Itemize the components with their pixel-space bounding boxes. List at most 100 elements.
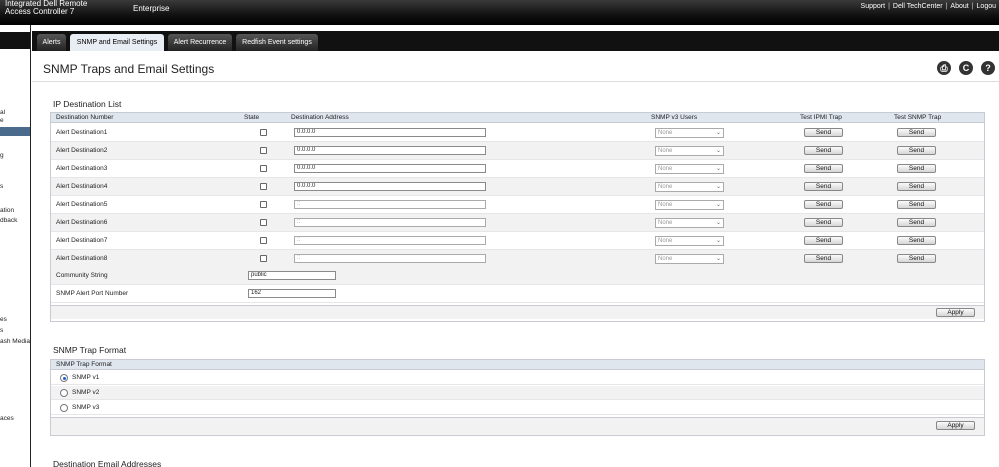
tab-redfish-event-settings[interactable]: Redfish Event settings — [236, 34, 318, 51]
table-row: Alert Destination2 0.0.0.0 None ⌄ Send Send — [51, 142, 984, 160]
sidebar-item[interactable]: dback — [0, 217, 17, 224]
snmp-v3-user-select[interactable]: None ⌄ — [655, 200, 724, 210]
community-string-input[interactable]: public — [248, 271, 336, 280]
column-header: State — [244, 114, 260, 121]
product-name-line2: Access Controller 7 — [5, 7, 75, 16]
table-header: SNMP Trap Format — [51, 360, 984, 370]
destination-address-input[interactable]: 0.0.0.0 — [294, 128, 486, 137]
state-checkbox[interactable] — [260, 147, 267, 154]
state-checkbox[interactable] — [260, 219, 267, 226]
destination-address-input[interactable]: :: — [294, 254, 486, 263]
sidebar-item[interactable]: e — [0, 117, 4, 124]
community-string-row: Community String public — [51, 267, 984, 285]
sidebar-item[interactable]: aces — [0, 415, 14, 422]
test-ipmi-trap-button[interactable]: Send — [804, 164, 843, 173]
edition-label: Enterprise — [133, 4, 170, 13]
test-ipmi-trap-button[interactable]: Send — [804, 128, 843, 137]
destination-name: Alert Destination4 — [56, 183, 108, 190]
test-snmp-trap-button[interactable]: Send — [897, 182, 936, 191]
top-header: Integrated Dell Remote Access Controller… — [0, 0, 999, 25]
snmp-v3-user-select[interactable]: None ⌄ — [655, 146, 724, 156]
column-header: Test IPMI Trap — [800, 114, 842, 121]
print-icon[interactable]: ⎙ — [937, 61, 951, 75]
test-snmp-trap-button[interactable]: Send — [897, 146, 936, 155]
snmp-v3-user-value: None — [658, 256, 673, 262]
test-snmp-trap-button[interactable]: Send — [897, 200, 936, 209]
table-row: Alert Destination6:: None ⌄ Send Send — [51, 214, 984, 232]
state-checkbox[interactable] — [260, 183, 267, 190]
logout-link[interactable]: Logou — [974, 3, 999, 10]
table-row: Alert Destination7:: None ⌄ Send Send — [51, 232, 984, 250]
trap-format-apply-button[interactable]: Apply — [936, 421, 975, 430]
trap-format-option-row: SNMP v1 — [51, 371, 984, 385]
apply-bar: Apply — [51, 417, 984, 435]
state-checkbox[interactable] — [260, 255, 267, 262]
destination-address-input[interactable]: :: — [294, 236, 486, 245]
tab-snmp-email-settings[interactable]: SNMP and Email Settings — [70, 34, 164, 51]
test-ipmi-trap-button[interactable]: Send — [804, 200, 843, 209]
sidebar-item[interactable]: es — [0, 316, 7, 323]
test-snmp-trap-button[interactable]: Send — [897, 164, 936, 173]
snmp-v3-radio[interactable] — [60, 404, 68, 412]
snmp-v3-user-value: None — [658, 184, 673, 190]
about-link[interactable]: About — [947, 3, 971, 10]
sidebar-item[interactable]: s — [0, 327, 3, 334]
sidebar-item[interactable]: ation — [0, 207, 14, 214]
state-checkbox[interactable] — [260, 201, 267, 208]
snmp-v3-user-select[interactable]: None ⌄ — [655, 164, 724, 174]
snmp-v3-user-value: None — [658, 148, 673, 154]
state-checkbox[interactable] — [260, 129, 267, 136]
snmp-v3-user-value: None — [658, 202, 673, 208]
help-icon[interactable]: ? — [981, 61, 995, 75]
test-snmp-trap-button[interactable]: Send — [897, 254, 936, 263]
sidebar-item[interactable]: g — [0, 152, 4, 159]
state-checkbox[interactable] — [260, 165, 267, 172]
destination-address-input[interactable]: 0.0.0.0 — [294, 182, 486, 191]
sidebar-item[interactable]: ash Media — [0, 338, 30, 345]
state-checkbox[interactable] — [260, 237, 267, 244]
snmp-v3-label: SNMP v3 — [72, 404, 100, 411]
destination-address-input[interactable]: :: — [294, 218, 486, 227]
destination-address-input[interactable]: 0.0.0.0 — [294, 164, 486, 173]
apply-button[interactable]: Apply — [936, 308, 975, 317]
test-snmp-trap-button[interactable]: Send — [897, 236, 936, 245]
column-header: Destination Number — [56, 114, 114, 121]
trap-format-option-row: SNMP v2 — [51, 386, 984, 400]
sidebar-item[interactable]: s — [0, 183, 3, 190]
tab-bar: Alerts SNMP and Email Settings Alert Rec… — [32, 31, 999, 51]
techcenter-link[interactable]: Dell TechCenter — [890, 3, 946, 10]
test-ipmi-trap-button[interactable]: Send — [804, 254, 843, 263]
test-ipmi-trap-button[interactable]: Send — [804, 236, 843, 245]
table-row: Alert Destination8:: None ⌄ Send Send — [51, 250, 984, 268]
snmp-v3-user-value: None — [658, 220, 673, 226]
snmp-trap-format-panel: SNMP Trap Format SNMP v1 SNMP v2 SNMP v3… — [50, 359, 985, 436]
snmp-v1-radio[interactable] — [60, 374, 68, 382]
tab-alerts[interactable]: Alerts — [37, 34, 66, 51]
snmp-v3-user-select[interactable]: None ⌄ — [655, 128, 724, 138]
trap-format-option-row: SNMP v3 — [51, 401, 984, 415]
test-snmp-trap-button[interactable]: Send — [897, 128, 936, 137]
sidebar-item[interactable]: al — [0, 109, 5, 116]
test-ipmi-trap-button[interactable]: Send — [804, 146, 843, 155]
snmp-v3-user-value: None — [658, 130, 673, 136]
destination-address-input[interactable]: 0.0.0.0 — [294, 146, 486, 155]
test-ipmi-trap-button[interactable]: Send — [804, 182, 843, 191]
test-ipmi-trap-button[interactable]: Send — [804, 218, 843, 227]
snmp-v3-user-select[interactable]: None ⌄ — [655, 218, 724, 228]
snmp-port-input[interactable]: 162 — [248, 289, 336, 298]
test-snmp-trap-button[interactable]: Send — [897, 218, 936, 227]
snmp-v3-user-select[interactable]: None ⌄ — [655, 236, 724, 246]
chevron-down-icon: ⌄ — [715, 220, 721, 226]
snmp-port-label: SNMP Alert Port Number — [56, 290, 129, 297]
destination-name: Alert Destination6 — [56, 219, 108, 226]
snmp-v3-user-select[interactable]: None ⌄ — [655, 182, 724, 192]
support-link[interactable]: Support — [858, 3, 889, 10]
snmp-v2-radio[interactable] — [60, 389, 68, 397]
chevron-down-icon: ⌄ — [715, 166, 721, 172]
refresh-icon[interactable]: C — [959, 61, 973, 75]
table-row: Alert Destination4 0.0.0.0 None ⌄ Send Send — [51, 178, 984, 196]
tab-alert-recurrence[interactable]: Alert Recurrence — [168, 34, 232, 51]
snmp-v3-user-select[interactable]: None ⌄ — [655, 254, 724, 264]
column-header: Destination Address — [291, 114, 349, 121]
destination-address-input[interactable]: :: — [294, 200, 486, 209]
